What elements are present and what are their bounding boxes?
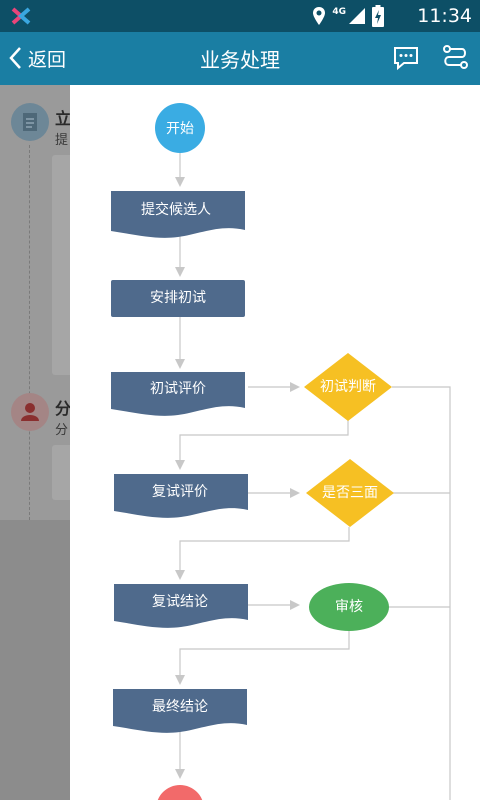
back-label: 返回 bbox=[28, 48, 67, 71]
flow-step-label: 最终结论 bbox=[152, 699, 208, 715]
flow-review-label: 审核 bbox=[335, 599, 363, 615]
flow-start-label: 开始 bbox=[166, 121, 194, 137]
app-bar: 返回 业务处理 bbox=[0, 32, 480, 85]
signal-icon bbox=[349, 8, 365, 24]
chevron-left-icon bbox=[9, 47, 21, 69]
user-alert-icon bbox=[11, 393, 49, 431]
flow-chart: 开始 提交候选人 安排初试 初试评价 复试评价 复试结论 最终结论 初试判断 是… bbox=[111, 103, 451, 800]
timeline-line bbox=[29, 145, 30, 520]
flow-start-node[interactable]: 开始 bbox=[155, 103, 205, 153]
flow-decision-label: 初试判断 bbox=[320, 378, 376, 395]
flow-step-node[interactable]: 提交候选人 bbox=[111, 191, 245, 238]
flow-step-label: 安排初试 bbox=[150, 289, 206, 306]
location-icon bbox=[313, 7, 326, 25]
flow-step-label: 复试评价 bbox=[152, 483, 208, 500]
flow-step-node[interactable]: 复试评价 bbox=[114, 474, 248, 518]
flow-decision-label: 是否三面 bbox=[322, 485, 378, 501]
network-type-label: 4G bbox=[332, 7, 346, 17]
flow-step-label: 提交候选人 bbox=[141, 201, 211, 218]
flow-decision-node[interactable]: 是否三面 bbox=[306, 459, 394, 527]
document-icon bbox=[11, 103, 49, 141]
flow-step-node[interactable]: 复试结论 bbox=[114, 584, 248, 628]
flow-route-icon[interactable] bbox=[440, 42, 470, 74]
message-icon[interactable] bbox=[392, 44, 420, 72]
flow-review-node[interactable]: 审核 bbox=[309, 583, 389, 631]
flow-step-label: 初试评价 bbox=[150, 380, 206, 397]
flow-step-node[interactable]: 安排初试 bbox=[111, 280, 245, 317]
flow-step-node[interactable]: 初试评价 bbox=[111, 372, 245, 416]
flow-step-label: 复试结论 bbox=[152, 593, 208, 610]
flow-decision-node[interactable]: 初试判断 bbox=[304, 353, 392, 421]
flow-end-node[interactable] bbox=[156, 785, 204, 800]
clock: 11:34 bbox=[417, 5, 472, 27]
status-bar: 4G 11:34 bbox=[0, 0, 480, 32]
back-button[interactable]: 返回 bbox=[8, 40, 66, 76]
flow-chart-panel: 开始 提交候选人 安排初试 初试评价 复试评价 复试结论 最终结论 初试判断 是… bbox=[70, 85, 480, 800]
battery-charging-icon bbox=[372, 5, 384, 27]
flow-step-node[interactable]: 最终结论 bbox=[113, 689, 247, 733]
app-notification-icon bbox=[11, 7, 31, 25]
